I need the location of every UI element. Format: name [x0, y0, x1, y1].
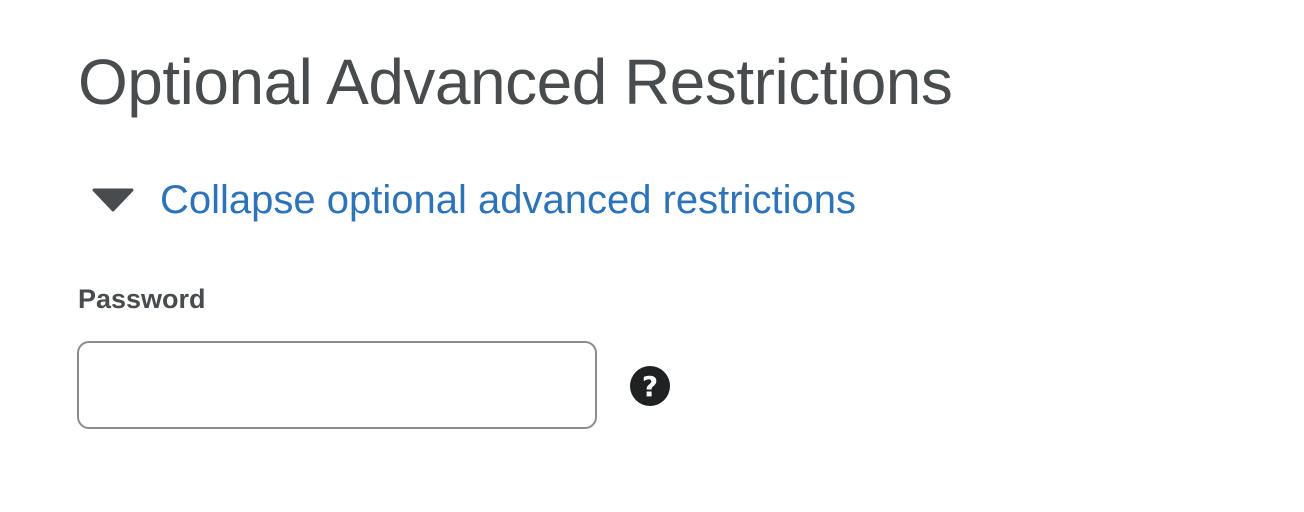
advanced-restrictions-panel: Optional Advanced Restrictions Collapse … — [0, 0, 1304, 512]
question-circle-icon[interactable]: ? — [630, 366, 670, 406]
section-title: Optional Advanced Restrictions — [78, 46, 953, 118]
password-label: Password — [78, 284, 206, 314]
password-input[interactable] — [77, 341, 597, 429]
collapse-restrictions-label: Collapse optional advanced restrictions — [160, 178, 856, 222]
caret-down-icon — [92, 188, 134, 212]
collapse-restrictions-toggle[interactable]: Collapse optional advanced restrictions — [92, 174, 856, 226]
